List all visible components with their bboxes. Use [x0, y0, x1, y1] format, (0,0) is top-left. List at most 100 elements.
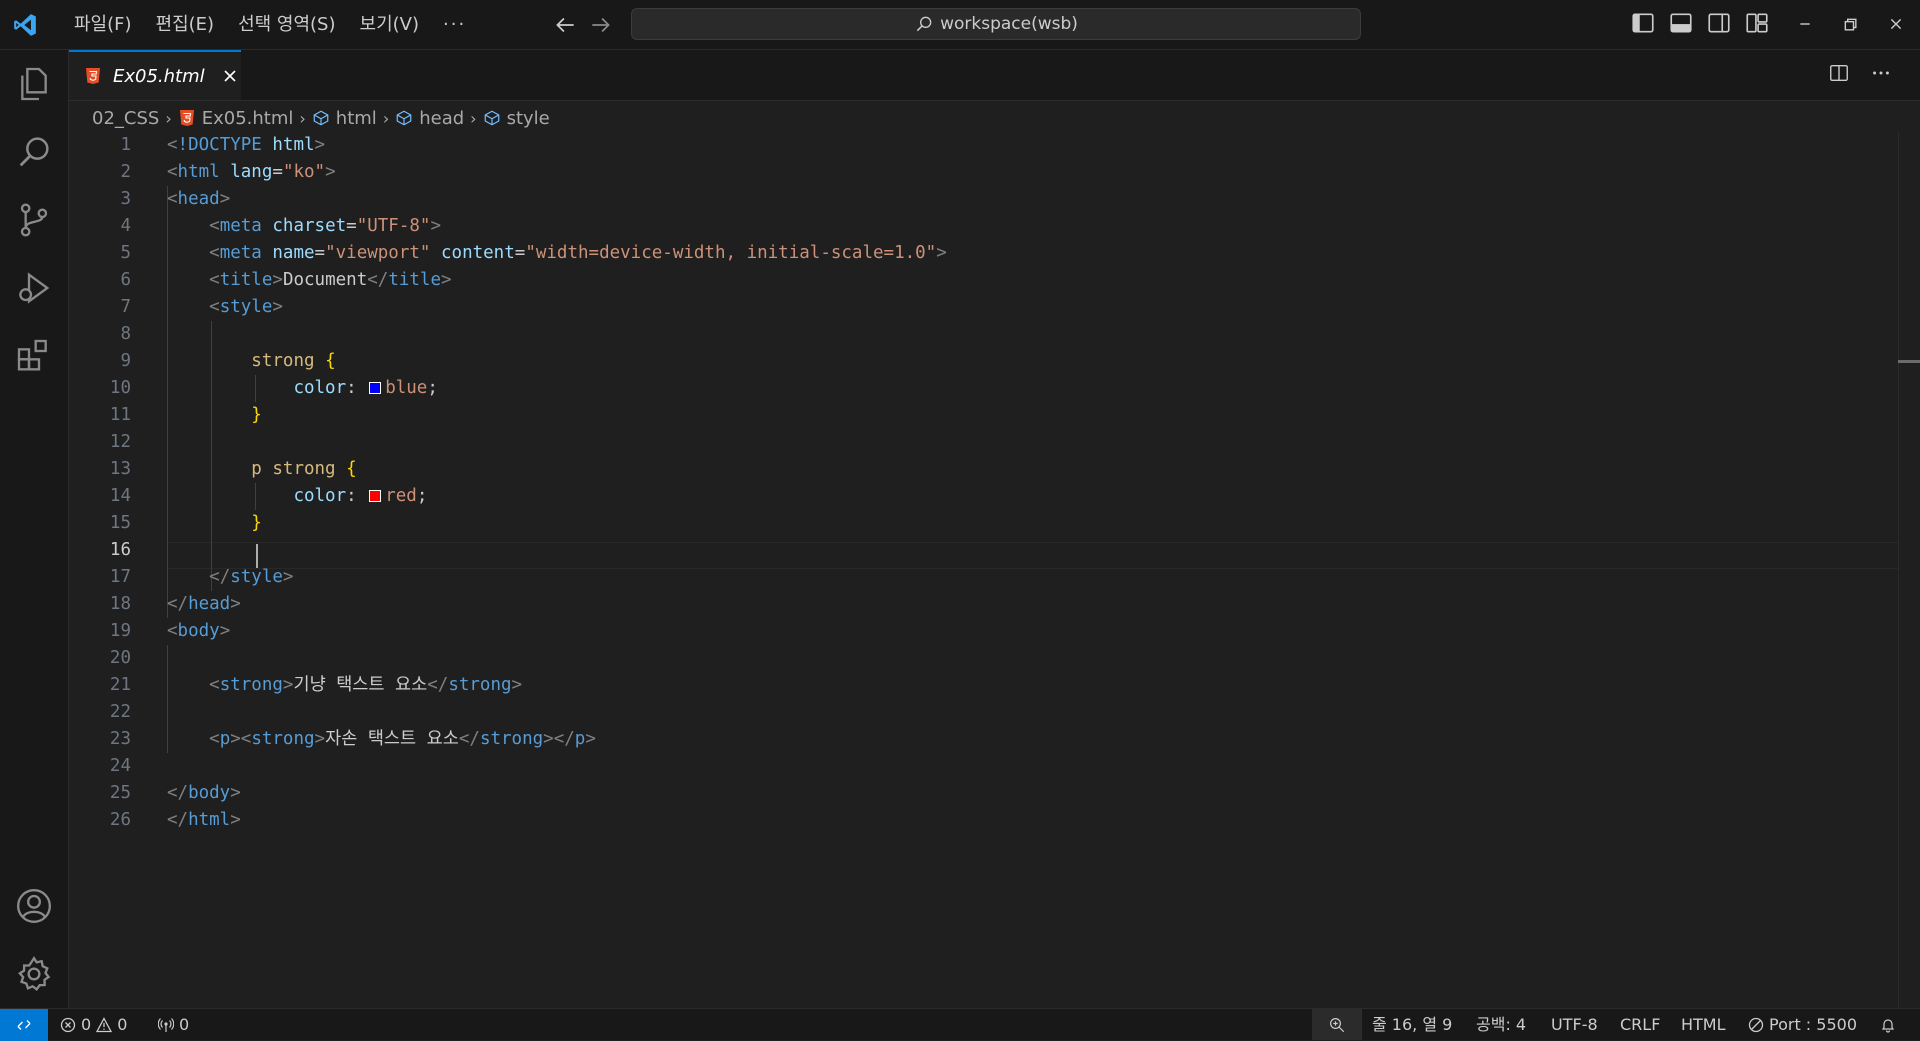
- toggle-primary-sidebar-icon[interactable]: [1630, 10, 1656, 36]
- close-window-icon[interactable]: [1882, 10, 1910, 38]
- explorer-icon[interactable]: [14, 64, 54, 104]
- more-actions-icon[interactable]: [1870, 62, 1892, 84]
- notifications[interactable]: [1880, 1009, 1896, 1040]
- chevron-right-icon: ›: [165, 108, 172, 128]
- breadcrumb-html[interactable]: html: [336, 108, 377, 129]
- toggle-secondary-sidebar-icon[interactable]: [1706, 10, 1732, 36]
- back-arrow-icon[interactable]: [552, 12, 578, 38]
- code-line[interactable]: 15 }: [69, 510, 1869, 537]
- accounts-icon[interactable]: [14, 886, 54, 926]
- scrollbar-thumb[interactable]: [1898, 360, 1920, 363]
- language-mode[interactable]: HTML: [1681, 1009, 1726, 1040]
- code-line[interactable]: 26 </html>: [69, 807, 1869, 834]
- code-token: <: [167, 621, 178, 641]
- code-token: </: [167, 810, 189, 830]
- code-line[interactable]: 19 <body>: [69, 618, 1869, 645]
- code-line[interactable]: 16: [69, 537, 1869, 564]
- zoom-indicator[interactable]: [1312, 1009, 1362, 1040]
- code-line[interactable]: 17 </style>: [69, 564, 1869, 591]
- breadcrumb-head[interactable]: head: [419, 108, 464, 129]
- customize-layout-icon[interactable]: [1744, 10, 1770, 36]
- tab-ex05-html[interactable]: Ex05.html: [69, 50, 241, 100]
- search-text: workspace(wsb): [940, 14, 1078, 34]
- code-line[interactable]: 1 <!DOCTYPE html>: [69, 132, 1869, 159]
- line-number: 22: [109, 702, 131, 722]
- chevron-right-icon: ›: [470, 108, 477, 128]
- code-token: !DOCTYPE: [177, 135, 273, 155]
- code-line[interactable]: 6 <title>Document</title>: [69, 267, 1869, 294]
- run-debug-icon[interactable]: [14, 268, 54, 308]
- menu-more-button[interactable]: ···: [431, 14, 478, 35]
- code-line[interactable]: 3 <head>: [69, 186, 1869, 213]
- code-token: title: [388, 270, 441, 290]
- menu-view[interactable]: 보기(V): [348, 9, 431, 41]
- code-text: strong {: [167, 348, 335, 375]
- code-token: 기냥 택스트 요소: [293, 675, 428, 695]
- code-line[interactable]: 12: [69, 429, 1869, 456]
- code-line[interactable]: 22: [69, 699, 1869, 726]
- encoding[interactable]: UTF-8: [1551, 1009, 1598, 1040]
- eol-text: CRLF: [1620, 1015, 1661, 1034]
- breadcrumb-folder[interactable]: 02_CSS: [92, 108, 159, 129]
- live-server-port[interactable]: Port : 5500: [1748, 1009, 1857, 1040]
- line-number: 2: [120, 162, 131, 182]
- code-line[interactable]: 11 }: [69, 402, 1869, 429]
- breadcrumb-style[interactable]: style: [507, 108, 550, 129]
- code-token: p: [574, 729, 586, 749]
- vertical-scrollbar[interactable]: [1898, 132, 1920, 1008]
- forward-arrow-icon[interactable]: [588, 12, 614, 38]
- code-line[interactable]: 23 <p><strong>자손 택스트 요소</strong></p>: [69, 726, 1869, 753]
- code-line[interactable]: 5 <meta name="viewport" content="width=d…: [69, 240, 1869, 267]
- code-text: color: red;: [167, 483, 427, 510]
- remote-indicator[interactable]: [0, 1009, 48, 1041]
- source-control-icon[interactable]: [14, 200, 54, 240]
- code-line[interactable]: 4 <meta charset="UTF-8">: [69, 213, 1869, 240]
- split-editor-icon[interactable]: [1828, 62, 1850, 84]
- color-swatch[interactable]: [369, 490, 382, 502]
- line-number: 24: [109, 756, 131, 776]
- cursor-position[interactable]: 줄 16, 열 9: [1372, 1009, 1452, 1040]
- command-center-search[interactable]: workspace(wsb): [631, 8, 1361, 40]
- restore-icon[interactable]: [1836, 10, 1864, 38]
- menu-selection[interactable]: 선택 영역(S): [226, 9, 347, 41]
- menu-edit[interactable]: 편집(E): [144, 9, 227, 41]
- search-view-icon[interactable]: [14, 132, 54, 172]
- code-line[interactable]: 25 </body>: [69, 780, 1869, 807]
- code-token: <: [167, 162, 178, 182]
- code-line[interactable]: 13 p strong {: [69, 456, 1869, 483]
- extensions-icon[interactable]: [14, 336, 54, 376]
- code-line[interactable]: 24: [69, 753, 1869, 780]
- line-number: 23: [109, 729, 131, 749]
- code-token: Document: [282, 270, 368, 290]
- code-line[interactable]: 7 <style>: [69, 294, 1869, 321]
- color-swatch[interactable]: [369, 382, 382, 394]
- minimize-icon[interactable]: [1791, 10, 1819, 38]
- code-line[interactable]: 20: [69, 645, 1869, 672]
- breadcrumb-file[interactable]: Ex05.html: [202, 108, 294, 129]
- code-line[interactable]: 8: [69, 321, 1869, 348]
- code-text: }: [167, 402, 262, 429]
- end-of-line[interactable]: CRLF: [1620, 1009, 1660, 1040]
- close-tab-icon[interactable]: [223, 69, 237, 83]
- code-line[interactable]: 9 strong {: [69, 348, 1869, 375]
- code-line[interactable]: 2 <html lang="ko">: [69, 159, 1869, 186]
- code-token: >: [430, 216, 442, 236]
- code-line[interactable]: 10 color: blue;: [69, 375, 1869, 402]
- code-line[interactable]: 14 color: red;: [69, 483, 1869, 510]
- toggle-panel-icon[interactable]: [1668, 10, 1694, 36]
- ports-indicator[interactable]: 0: [158, 1009, 189, 1040]
- menu-file[interactable]: 파일(F): [62, 9, 144, 41]
- line-number: 10: [109, 378, 131, 398]
- code-line[interactable]: 21 <strong>기냥 택스트 요소</strong>: [69, 672, 1869, 699]
- settings-gear-icon[interactable]: [14, 954, 54, 994]
- code-editor[interactable]: 1 <!DOCTYPE html> 2 <html lang="ko"> 3 <head>…: [69, 132, 1920, 1008]
- warning-count: 0: [117, 1015, 128, 1034]
- code-line[interactable]: 18 </head>: [69, 591, 1869, 618]
- indentation[interactable]: 공백: 4: [1476, 1009, 1526, 1040]
- code-text: color: blue;: [167, 375, 437, 402]
- problems-indicator[interactable]: 0 0: [60, 1009, 127, 1040]
- code-token: strong: [219, 675, 283, 695]
